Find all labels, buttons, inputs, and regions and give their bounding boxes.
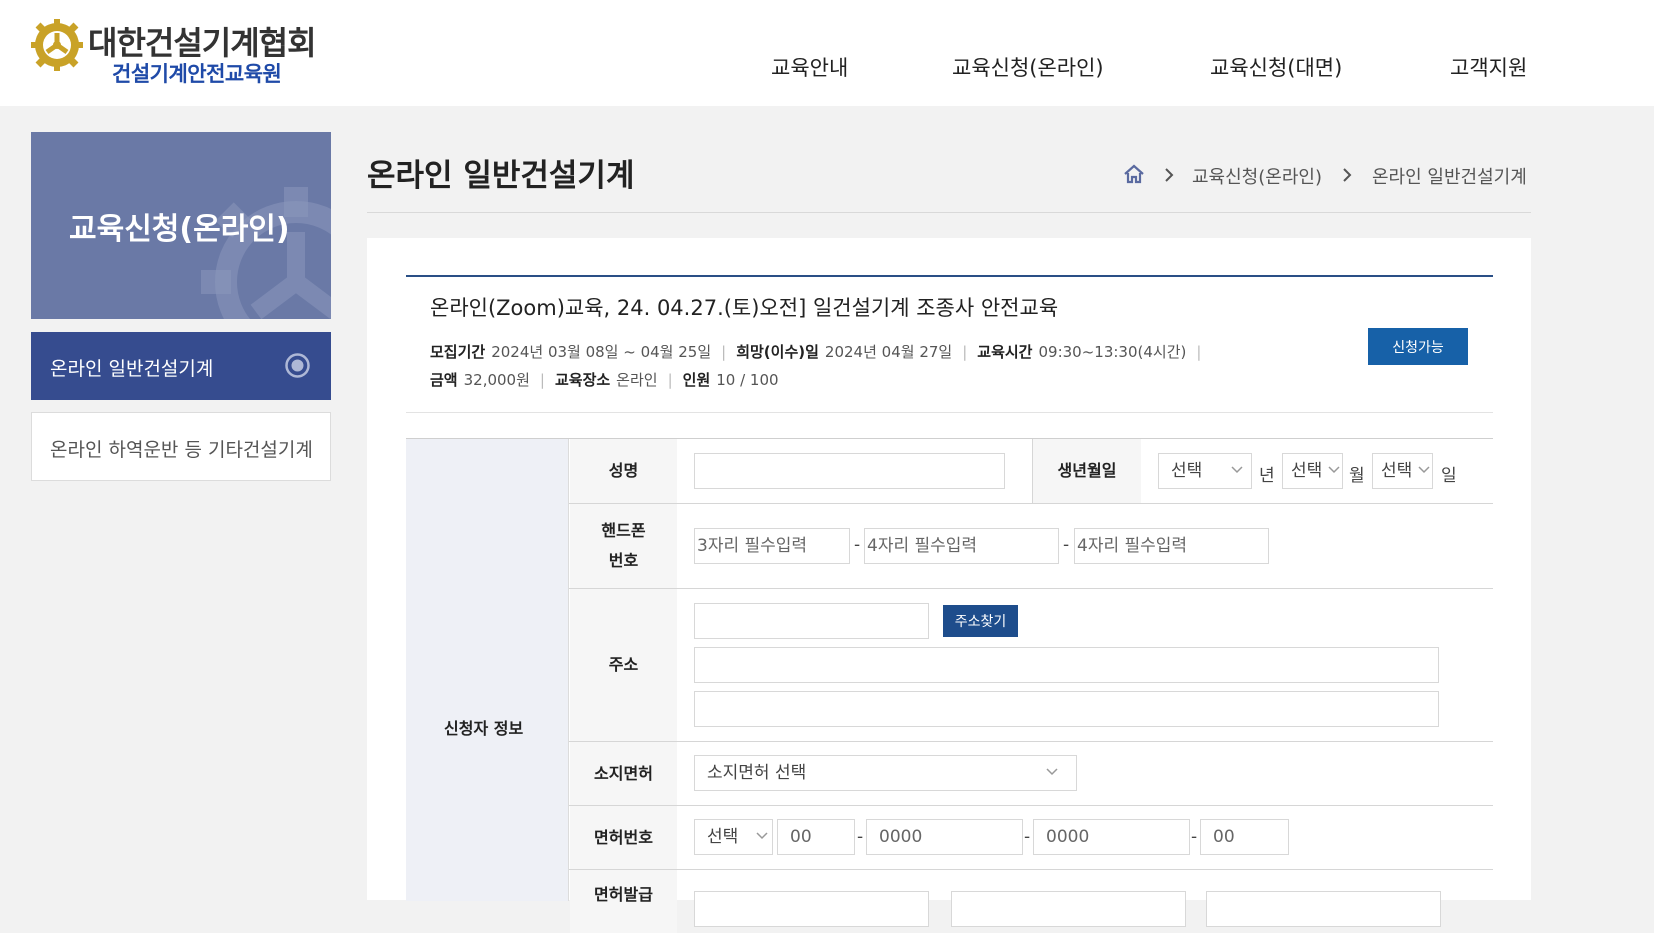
birth-year-value: 선택 xyxy=(1171,461,1202,481)
license-number-3-input[interactable] xyxy=(1033,819,1190,855)
chevron-down-icon xyxy=(1046,768,1058,776)
price-label: 금액 xyxy=(430,371,458,389)
chevron-down-icon xyxy=(1231,466,1243,474)
chevron-down-icon xyxy=(1328,466,1340,474)
phone-dash: - xyxy=(1063,535,1069,555)
issue-input-1[interactable] xyxy=(694,891,929,927)
gear-emblem-icon xyxy=(28,14,86,72)
nav-customer-support[interactable]: 고객지원 xyxy=(1450,52,1527,82)
license-number-4-input[interactable] xyxy=(1200,819,1289,855)
sidebar-item-label: 온라인 하역운반 등 기타건설기계 xyxy=(50,435,313,462)
month-unit: 월 xyxy=(1349,461,1365,486)
recruit-value: 2024년 03월 08일 ~ 04월 25일 xyxy=(491,343,711,361)
birth-month-value: 선택 xyxy=(1291,461,1322,481)
license-region-select[interactable]: 선택 xyxy=(694,819,773,855)
page-title: 온라인 일반건설기계 xyxy=(367,150,634,195)
course-meta-row-1: 모집기간2024년 03월 08일 ~ 04월 25일|희망(이수)일2024년… xyxy=(430,341,1211,362)
birth-day-select[interactable]: 선택 xyxy=(1372,453,1433,489)
license-dash: - xyxy=(857,827,863,847)
issue-input-2[interactable] xyxy=(951,891,1186,927)
sidebar-item-online-other[interactable]: 온라인 하역운반 등 기타건설기계 xyxy=(31,412,331,481)
row-divider xyxy=(569,588,1493,589)
license-number-label: 면허번호 xyxy=(570,806,677,869)
chevron-right-icon xyxy=(1341,167,1353,183)
nav-education-info[interactable]: 교육안내 xyxy=(771,52,848,82)
license-region-value: 선택 xyxy=(707,827,738,847)
address-detail-input[interactable] xyxy=(694,691,1439,727)
place-value: 온라인 xyxy=(616,371,657,389)
form-group-label: 신청자 정보 xyxy=(444,715,523,739)
phone-first-input[interactable] xyxy=(694,528,850,564)
desired-date-value: 2024년 04월 27일 xyxy=(825,343,952,361)
birth-year-select[interactable]: 선택 xyxy=(1158,453,1252,489)
place-label: 교육장소 xyxy=(555,371,610,389)
row-divider xyxy=(569,503,1493,504)
license-dash: - xyxy=(1024,827,1030,847)
address-search-button[interactable]: 주소찾기 xyxy=(943,605,1018,637)
address-label: 주소 xyxy=(570,589,677,741)
row-divider xyxy=(569,869,1493,870)
breadcrumb-item[interactable]: 교육신청(온라인) xyxy=(1192,163,1322,189)
license-issue-label: 면허발급 xyxy=(570,870,677,933)
name-input[interactable] xyxy=(694,453,1005,489)
birth-month-select[interactable]: 선택 xyxy=(1282,453,1343,489)
price-value: 32,000원 xyxy=(464,371,530,389)
logo-subtitle: 건설기계안전교육원 xyxy=(112,58,281,88)
course-bottom-divider xyxy=(406,412,1493,413)
desired-date-label: 희망(이수)일 xyxy=(736,343,819,361)
year-unit: 년 xyxy=(1259,461,1275,486)
row-divider xyxy=(569,805,1493,806)
license-select-value: 소지면허 선택 xyxy=(707,763,806,783)
zipcode-input[interactable] xyxy=(694,603,929,639)
course-meta-row-2: 금액32,000원|교육장소온라인|인원10 / 100 xyxy=(430,369,779,390)
phone-last-input[interactable] xyxy=(1074,528,1269,564)
sidebar-item-label: 온라인 일반건설기계 xyxy=(50,354,213,381)
chevron-right-icon xyxy=(1163,167,1175,183)
nav-offline-apply[interactable]: 교육신청(대면) xyxy=(1210,52,1342,82)
breadcrumb-current: 온라인 일반건설기계 xyxy=(1372,163,1527,189)
home-icon[interactable] xyxy=(1123,163,1145,185)
title-divider xyxy=(367,212,1531,213)
license-select[interactable]: 소지면허 선택 xyxy=(694,755,1077,791)
license-label: 소지면허 xyxy=(570,742,677,805)
course-title: 온라인(Zoom)교육, 24. 04.27.(토)오전] 일건설기계 조종사 … xyxy=(430,292,1058,322)
phone-dash: - xyxy=(854,535,860,555)
day-unit: 일 xyxy=(1441,461,1457,486)
chevron-down-icon xyxy=(1418,466,1430,474)
address-input[interactable] xyxy=(694,647,1439,683)
applicant-form: 신청자 정보 성명 생년월일 선택 년 선택 월 선택 일 핸드폰 번호 - -… xyxy=(406,438,1493,900)
people-value: 10 / 100 xyxy=(716,371,778,389)
sidebar-hero-title: 교육신청(온라인) xyxy=(69,204,290,248)
site-header: 대한건설기계협회 건설기계안전교육원 교육안내 교육신청(온라인) 교육신청(대… xyxy=(0,0,1654,106)
time-label: 교육시간 xyxy=(977,343,1032,361)
course-top-divider xyxy=(406,275,1493,277)
phone-middle-input[interactable] xyxy=(864,528,1059,564)
site-logo[interactable]: 대한건설기계협회 건설기계안전교육원 xyxy=(28,14,348,80)
license-number-2-input[interactable] xyxy=(866,819,1023,855)
people-label: 인원 xyxy=(683,371,711,389)
license-dash: - xyxy=(1191,827,1197,847)
sidebar-hero: 교육신청(온라인) xyxy=(31,132,331,319)
sidebar-item-online-general[interactable]: 온라인 일반건설기계 xyxy=(31,332,331,400)
row-divider xyxy=(569,741,1493,742)
phone-label: 핸드폰 번호 xyxy=(570,504,677,588)
name-label: 성명 xyxy=(570,439,677,503)
issue-input-3[interactable] xyxy=(1206,891,1441,927)
time-value: 09:30~13:30(4시간) xyxy=(1038,343,1186,361)
birth-day-value: 선택 xyxy=(1381,461,1412,481)
form-group-cell: 신청자 정보 xyxy=(406,439,569,901)
nav-online-apply[interactable]: 교육신청(온라인) xyxy=(952,52,1104,82)
license-number-1-input[interactable] xyxy=(777,819,855,855)
recruit-label: 모집기간 xyxy=(430,343,485,361)
birth-label: 생년월일 xyxy=(1032,439,1141,503)
apply-status-button[interactable]: 신청가능 xyxy=(1368,328,1468,365)
radio-selected-icon xyxy=(284,352,311,379)
chevron-down-icon xyxy=(756,832,768,840)
